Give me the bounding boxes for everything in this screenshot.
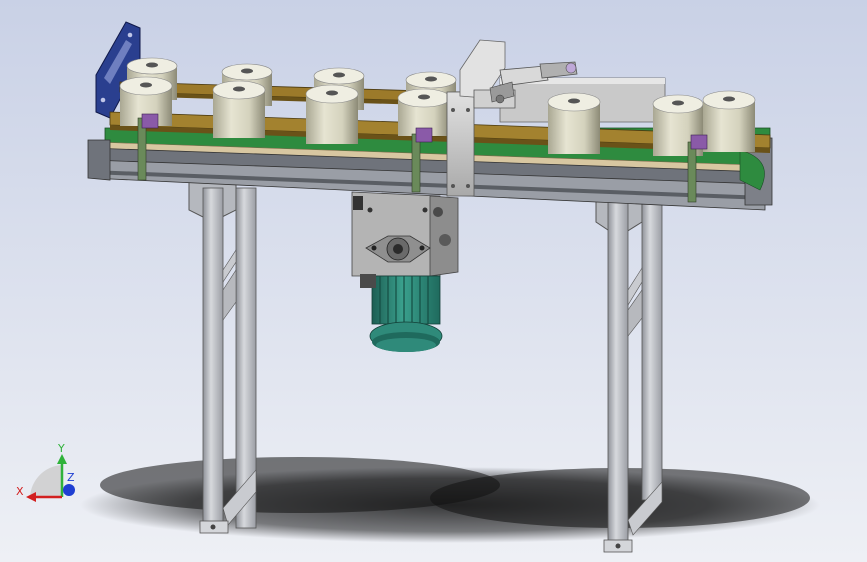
y-axis-label: Y <box>57 442 65 455</box>
roll-front-5 <box>547 92 601 154</box>
cad-viewport[interactable]: X Y Z <box>0 0 867 562</box>
x-axis-label: X <box>16 485 24 498</box>
roll-front-3 <box>305 84 359 144</box>
conveyor-assembly-view: X Y Z <box>0 0 867 562</box>
z-axis-label: Z <box>67 471 75 484</box>
z-axis-dot <box>63 484 75 496</box>
roll-front-7 <box>702 90 756 152</box>
roll-front-2 <box>212 80 266 138</box>
